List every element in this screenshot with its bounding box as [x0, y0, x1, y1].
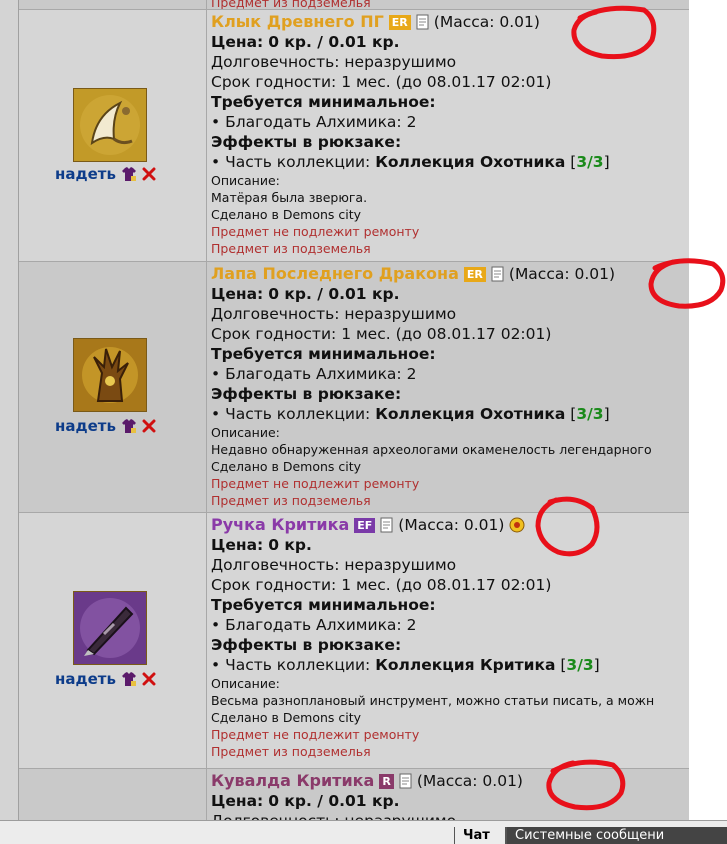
made-in: Сделано в Demons city — [211, 459, 362, 474]
collection-name: Коллекция Охотника — [375, 153, 566, 171]
rarity-badge: R — [379, 773, 394, 789]
item-requirement: • Благодать Алхимика: 2 — [211, 616, 417, 634]
requirements-heading: Требуется минимальное: — [211, 93, 436, 111]
item-mass: (Масса: 0.01) — [433, 13, 540, 31]
equip-link[interactable]: надеть — [55, 670, 116, 688]
item-price: 0 кр. / 0.01 кр. — [268, 33, 400, 51]
item-durability: неразрушимо — [344, 556, 457, 574]
effects-heading: Эффекты в рюкзаке: — [211, 636, 402, 654]
pen-icon[interactable] — [73, 591, 147, 665]
item-mass: (Масса: 0.01) — [416, 772, 523, 790]
rarity-badge: ER — [388, 14, 411, 30]
item-durability: Долговечность: неразрушимо — [211, 811, 689, 820]
requirements-heading: Требуется минимальное: — [211, 596, 436, 614]
item-mass: (Масса: 0.01) — [508, 265, 616, 283]
collection-count: 3/3 — [576, 405, 604, 423]
list-item: надеть Лапа Последнего Дракона ER (Масса… — [19, 262, 689, 513]
list-item: надеть Ручка Критика EF (Масса: 0.01) Це… — [19, 513, 689, 769]
fang-icon[interactable] — [73, 88, 147, 162]
equip-link[interactable]: надеть — [55, 165, 116, 183]
made-in: Сделано в Demons city — [211, 710, 362, 725]
requirements-heading: Требуется минимальное: — [211, 345, 436, 363]
shirt-icon[interactable] — [121, 672, 136, 686]
no-repair-note: Предмет не подлежит ремонту — [211, 224, 420, 239]
item-expiry: 1 мес. (до 08.01.17 02:01) — [341, 325, 552, 343]
document-icon[interactable] — [399, 773, 412, 789]
inventory-list: Предмет из подземелья надеть Клык Древне… — [19, 0, 689, 820]
item-mass: (Масса: 0.01) — [398, 516, 505, 534]
item-description: Недавно обнаруженная археологами окамене… — [211, 442, 652, 457]
delete-icon[interactable] — [142, 672, 156, 686]
item-name[interactable]: Лапа Последнего Дракона — [211, 264, 459, 284]
effects-heading: Эффекты в рюкзаке: — [211, 133, 402, 151]
effects-heading: Эффекты в рюкзаке: — [211, 385, 402, 403]
list-item: Кувалда Критика R (Масса: 0.01) Цена: 0 … — [19, 769, 689, 820]
item-name[interactable]: Клык Древнего ПГ — [211, 12, 384, 32]
left-scroll-gutter — [0, 0, 19, 820]
item-price: 0 кр. / 0.01 кр. — [268, 792, 400, 810]
item-description: Весьма разноплановый инструмент, можно с… — [211, 693, 655, 708]
collection-name: Коллекция Критика — [375, 656, 556, 674]
collection-count: 3/3 — [566, 656, 594, 674]
tab-system-messages[interactable]: Системные сообщени — [506, 827, 727, 844]
delete-icon[interactable] — [142, 419, 156, 433]
coin-icon — [509, 517, 525, 533]
collection-name: Коллекция Охотника — [375, 405, 566, 423]
item-durability: неразрушимо — [344, 305, 457, 323]
item-description: Матёрая была зверюга. — [211, 190, 368, 205]
made-in: Сделано в Demons city — [211, 207, 362, 222]
item-expiry: 1 мес. (до 08.01.17 02:01) — [341, 73, 552, 91]
tab-chat[interactable]: Чат — [454, 827, 506, 844]
document-icon[interactable] — [491, 266, 504, 282]
no-repair-note: Предмет не подлежит ремонту — [211, 476, 420, 491]
item-durability: неразрушимо — [344, 53, 457, 71]
item-price: 0 кр. — [268, 536, 312, 554]
item-expiry: 1 мес. (до 08.01.17 02:01) — [341, 576, 552, 594]
list-item-partial-top: Предмет из подземелья — [19, 0, 689, 10]
item-requirement: • Благодать Алхимика: 2 — [211, 113, 417, 131]
chat-tab-bar: Чат Системные сообщени — [0, 820, 727, 844]
shirt-icon[interactable] — [121, 419, 136, 433]
list-item: надеть Клык Древнего ПГ ER (Масса: 0.01) — [19, 10, 689, 262]
item-name[interactable]: Ручка Критика — [211, 515, 349, 535]
dungeon-note: Предмет из подземелья — [211, 241, 371, 256]
no-repair-note: Предмет не подлежит ремонту — [211, 727, 420, 742]
rarity-badge: EF — [354, 517, 376, 533]
item-requirement: • Благодать Алхимика: 2 — [211, 365, 417, 383]
equip-link[interactable]: надеть — [55, 417, 116, 435]
dungeon-note: Предмет из подземелья — [211, 0, 371, 9]
document-icon[interactable] — [380, 517, 393, 533]
collection-count: 3/3 — [576, 153, 604, 171]
item-price: 0 кр. / 0.01 кр. — [268, 285, 400, 303]
item-name[interactable]: Кувалда Критика — [211, 771, 374, 791]
document-icon[interactable] — [416, 14, 429, 30]
dungeon-note: Предмет из подземелья — [211, 493, 371, 508]
dungeon-note: Предмет из подземелья — [211, 744, 371, 759]
rarity-badge: ER — [463, 266, 486, 282]
delete-icon[interactable] — [142, 167, 156, 181]
shirt-icon[interactable] — [121, 167, 136, 181]
dragon-claw-icon[interactable] — [73, 338, 147, 412]
